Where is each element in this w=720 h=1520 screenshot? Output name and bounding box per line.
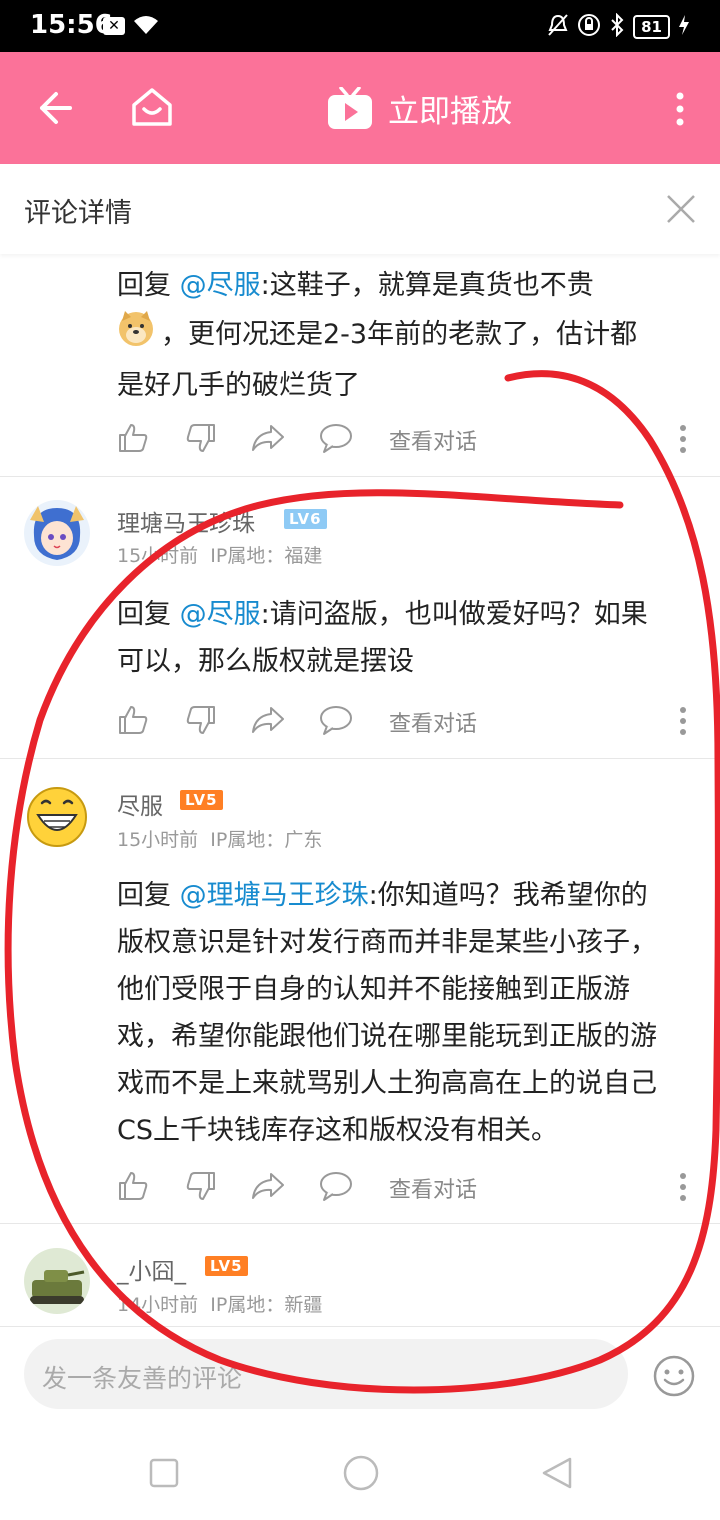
comment-actions: 查看对话 bbox=[117, 422, 702, 458]
mention-link[interactable]: @理塘马王珍珠 bbox=[180, 880, 369, 911]
tv-play-icon[interactable] bbox=[326, 86, 374, 135]
home-circle-icon[interactable] bbox=[342, 1454, 380, 1496]
system-navigation-bar bbox=[0, 1420, 720, 1520]
comment-meta: 15小时前 IP属地：广东 bbox=[117, 825, 322, 852]
close-icon[interactable] bbox=[665, 193, 697, 229]
wifi-icon bbox=[132, 14, 160, 40]
divider bbox=[0, 758, 720, 759]
username[interactable]: 理塘马王珍珠 bbox=[117, 504, 255, 538]
dislike-icon[interactable] bbox=[185, 1170, 217, 1206]
reply-icon[interactable] bbox=[319, 422, 353, 458]
status-time: 15:56 bbox=[30, 10, 113, 40]
reply-icon[interactable] bbox=[319, 1170, 353, 1206]
back-arrow-icon[interactable] bbox=[34, 88, 74, 132]
ip-location: IP属地：广东 bbox=[210, 829, 323, 851]
divider bbox=[0, 476, 720, 477]
mute-bell-icon bbox=[547, 13, 569, 41]
comment-actions: 查看对话 bbox=[117, 1170, 702, 1206]
comment-actions: 查看对话 bbox=[117, 704, 702, 740]
comment-more-icon[interactable] bbox=[679, 424, 687, 458]
share-icon[interactable] bbox=[251, 1170, 285, 1206]
comment-detail-header: 评论详情 bbox=[0, 164, 720, 254]
like-icon[interactable] bbox=[117, 1170, 149, 1206]
username[interactable]: _小囧_ bbox=[117, 1252, 186, 1286]
ip-location: IP属地：福建 bbox=[210, 545, 323, 567]
page-title: 评论详情 bbox=[24, 198, 132, 229]
like-icon[interactable] bbox=[117, 422, 149, 458]
status-bar: 15:56 ✕ 81 bbox=[0, 0, 720, 52]
comment-meta: 14小时前 IP属地：新疆 bbox=[117, 1290, 322, 1317]
notification-badge-icon: ✕ bbox=[103, 17, 125, 35]
view-conversation-link[interactable]: 查看对话 bbox=[389, 424, 477, 456]
avatar[interactable] bbox=[24, 500, 90, 566]
bluetooth-icon bbox=[609, 12, 625, 41]
charging-icon bbox=[678, 14, 690, 40]
home-icon[interactable] bbox=[130, 85, 174, 133]
divider bbox=[0, 1326, 720, 1327]
dislike-icon[interactable] bbox=[185, 422, 217, 458]
comment-input-placeholder: 发一条友善的评论 bbox=[42, 1364, 243, 1393]
view-conversation-link[interactable]: 查看对话 bbox=[389, 706, 477, 738]
level-badge: LV5 bbox=[180, 790, 223, 810]
mention-link[interactable]: @尽服 bbox=[180, 270, 261, 301]
avatar[interactable] bbox=[24, 783, 90, 849]
view-conversation-link[interactable]: 查看对话 bbox=[389, 1172, 477, 1204]
play-now-button[interactable]: 立即播放 bbox=[388, 86, 512, 131]
more-vertical-icon[interactable] bbox=[670, 90, 690, 134]
recent-apps-icon[interactable] bbox=[149, 1458, 179, 1492]
comment-input[interactable]: 发一条友善的评论 bbox=[24, 1339, 628, 1409]
emoji-icon[interactable] bbox=[652, 1354, 696, 1402]
battery-indicator: 81 bbox=[633, 15, 670, 39]
comment-time: 15小时前 bbox=[117, 545, 199, 567]
lock-rotation-icon bbox=[577, 13, 601, 41]
doge-emoji-icon bbox=[117, 309, 155, 362]
divider bbox=[0, 1223, 720, 1224]
comment-meta: 15小时前 IP属地：福建 bbox=[117, 541, 322, 568]
mention-link[interactable]: @尽服 bbox=[180, 599, 261, 630]
share-icon[interactable] bbox=[251, 704, 285, 740]
back-triangle-icon[interactable] bbox=[540, 1456, 574, 1494]
comment-time: 15小时前 bbox=[117, 829, 199, 851]
comment-body: 回复 @尽服:请问盗版，也叫做爱好吗？如果 可以，那么版权就是摆设 bbox=[117, 599, 648, 677]
username[interactable]: 尽服 bbox=[117, 787, 163, 821]
like-icon[interactable] bbox=[117, 704, 149, 740]
reply-icon[interactable] bbox=[319, 704, 353, 740]
level-badge: LV6 bbox=[284, 509, 327, 529]
avatar[interactable] bbox=[24, 1248, 90, 1314]
comment-body: 回复 @尽服:这鞋子，就算是真货也不贵 ，更何况还是2-3年前的老款了，估计都 … bbox=[117, 270, 638, 401]
ip-location: IP属地：新疆 bbox=[210, 1294, 323, 1316]
level-badge: LV5 bbox=[205, 1256, 248, 1276]
comment-more-icon[interactable] bbox=[679, 1172, 687, 1206]
comment-body: 回复 @理塘马王珍珠:你知道吗？我希望你的 版权意识是针对发行商而并非是某些小孩… bbox=[117, 880, 657, 1146]
app-bar: 立即播放 bbox=[0, 52, 720, 164]
share-icon[interactable] bbox=[251, 422, 285, 458]
comment-time: 14小时前 bbox=[117, 1294, 199, 1316]
comment-more-icon[interactable] bbox=[679, 706, 687, 740]
dislike-icon[interactable] bbox=[185, 704, 217, 740]
